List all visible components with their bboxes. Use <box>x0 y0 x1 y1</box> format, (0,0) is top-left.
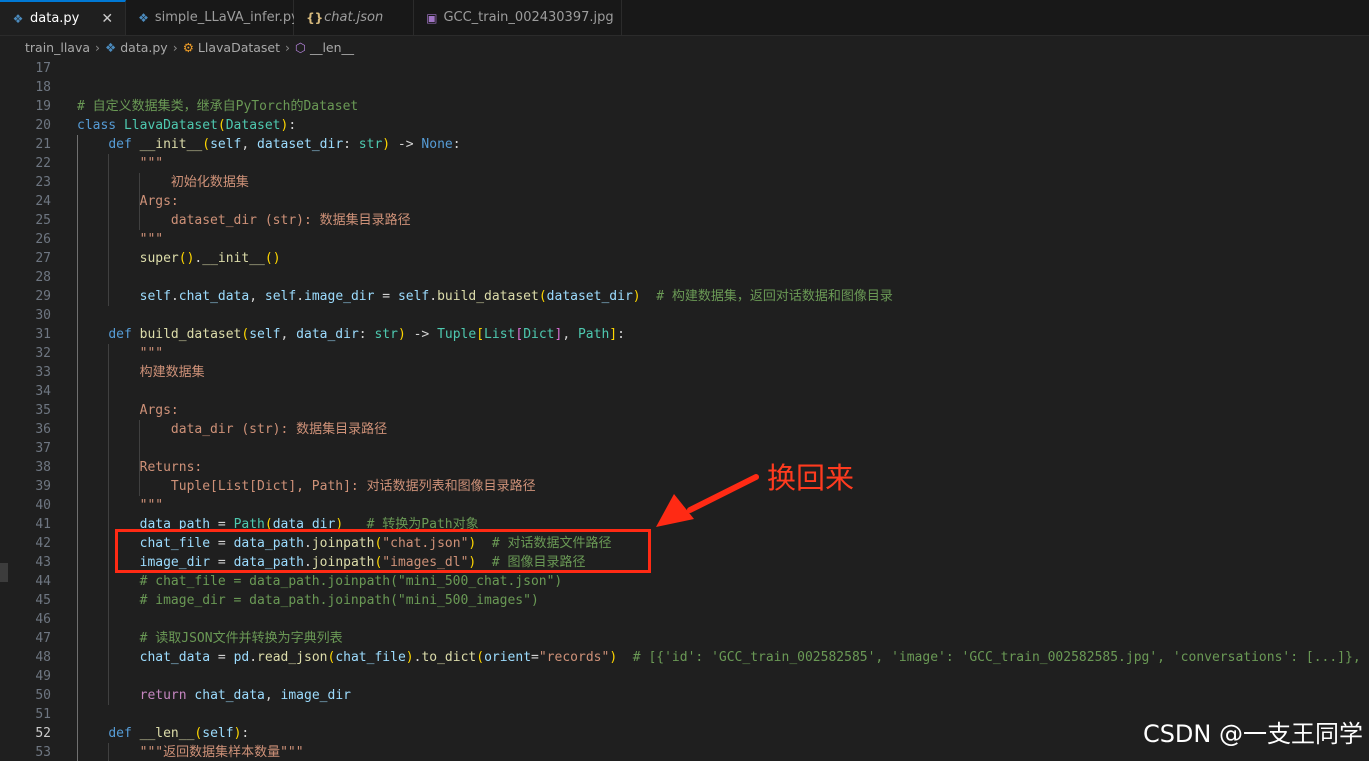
watermark: CSDN @一支王同学 <box>1142 720 1363 748</box>
arrow-annotation <box>656 474 759 527</box>
arrow-shaft <box>687 474 759 513</box>
annotation-text: 换回来 <box>767 461 855 495</box>
